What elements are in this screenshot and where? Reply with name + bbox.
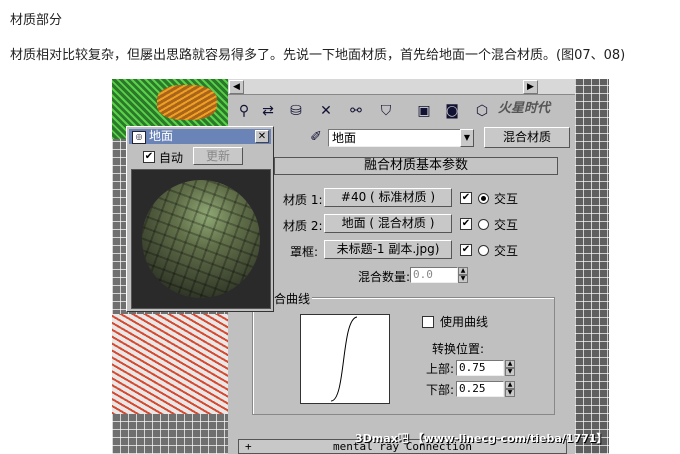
- mask-interactive-label: 交互: [494, 244, 519, 258]
- horizontal-scrollbar[interactable]: ◀ ▶: [228, 79, 575, 95]
- update-button[interactable]: 更新: [193, 147, 243, 165]
- scroll-left-icon[interactable]: ◀: [229, 80, 244, 94]
- material1-label: 材质 1:: [283, 193, 323, 207]
- mixing-curve-graph: [300, 314, 390, 404]
- material1-interactive-radio[interactable]: [478, 193, 489, 204]
- close-icon[interactable]: ✕: [255, 130, 269, 143]
- mask-label: 罩框:: [290, 245, 319, 259]
- scroll-right-icon[interactable]: ▶: [523, 80, 538, 94]
- sample-sphere: [142, 180, 260, 298]
- viewport-object: [157, 85, 217, 120]
- lower-label: 下部:: [426, 383, 455, 397]
- viewport-grid: [575, 79, 609, 454]
- material2-interactive-radio[interactable]: [478, 219, 489, 230]
- upper-field[interactable]: 0.75: [456, 360, 504, 376]
- mix-amount-up-icon[interactable]: ▲: [458, 267, 468, 275]
- rollout-blend-basic-params[interactable]: 融合材质基本参数: [274, 157, 558, 175]
- material1-interactive-label: 交互: [494, 192, 519, 206]
- mix-amount-down-icon[interactable]: ▼: [458, 275, 468, 283]
- article-heading: 材质部分: [10, 13, 63, 28]
- show-map-icon[interactable]: ◙: [442, 101, 462, 121]
- mix-amount-field[interactable]: 0.0: [410, 267, 458, 283]
- use-curve-checkbox[interactable]: [422, 316, 434, 328]
- viewport-right[interactable]: [575, 79, 609, 454]
- material-preview-window[interactable]: ◎ 地面 ✕ ✔ 自动 更新: [126, 126, 274, 312]
- auto-update-label: 自动: [159, 151, 184, 165]
- material-id-icon[interactable]: ▣: [414, 101, 434, 121]
- viewport-red-object: [112, 314, 228, 414]
- mixing-curve-group: [252, 297, 555, 415]
- mask-map-button[interactable]: 未标题-1 副本.jpg): [324, 240, 452, 259]
- expand-icon[interactable]: +: [245, 440, 252, 453]
- put-to-scene-icon[interactable]: ⇄: [258, 101, 278, 121]
- upper-label: 上部:: [426, 362, 455, 376]
- material1-button[interactable]: #40 ( 标准材质 ): [324, 188, 452, 207]
- material-editor: ◀ ▶ ⚲ ⇄ ⛁ ✕ ⚯ ⛉ ▣ ◙ ⬡ 火星时代 ✐ 地面 ▼ 混合材质 融…: [228, 79, 575, 454]
- put-to-library-icon[interactable]: ⛉: [376, 101, 396, 121]
- preview-titlebar[interactable]: ◎ 地面 ✕: [129, 129, 271, 144]
- mask-interactive-radio[interactable]: [478, 245, 489, 256]
- watermark: 3Dmax吧 【www-linecg-com/tieba/1771】: [355, 432, 608, 445]
- mixing-curve-group-label: 合曲线: [272, 290, 313, 307]
- transition-zone-label: 转换位置:: [432, 342, 485, 356]
- curve-line-icon: [330, 316, 358, 402]
- mix-amount-label: 混合数量:: [358, 270, 411, 284]
- lower-up-icon[interactable]: ▲: [505, 381, 515, 389]
- material2-label: 材质 2:: [283, 219, 323, 233]
- material2-interactive-label: 交互: [494, 218, 519, 232]
- logo: 火星时代: [498, 101, 551, 116]
- chevron-down-icon[interactable]: ▼: [460, 129, 474, 147]
- auto-update-checkbox[interactable]: ✔: [143, 151, 155, 163]
- material-name-row: ✐ 地面 ▼ 混合材质: [228, 127, 575, 151]
- stone-texture: [142, 180, 260, 298]
- editor-toolbar: ⚲ ⇄ ⛁ ✕ ⚯ ⛉ ▣ ◙ ⬡ 火星时代: [228, 97, 575, 125]
- reset-map-icon[interactable]: ✕: [316, 101, 336, 121]
- material1-enable-checkbox[interactable]: ✔: [460, 192, 472, 204]
- upper-down-icon[interactable]: ▼: [505, 368, 515, 376]
- make-unique-icon[interactable]: ⚯: [346, 101, 366, 121]
- material-name-field[interactable]: 地面: [328, 129, 467, 147]
- article-intro: 材质相对比较复杂，但屡出思路就容易得多了。先说一下地面材质，首先给地面一个混合材…: [10, 48, 626, 63]
- assign-material-icon[interactable]: ⛁: [286, 101, 306, 121]
- lower-down-icon[interactable]: ▼: [505, 389, 515, 397]
- get-material-icon[interactable]: ⚲: [234, 101, 254, 121]
- material-preview-sample: [131, 169, 271, 309]
- material2-button[interactable]: 地面 ( 混合材质 ): [324, 214, 452, 233]
- lower-field[interactable]: 0.25: [456, 381, 504, 397]
- upper-up-icon[interactable]: ▲: [505, 360, 515, 368]
- mask-enable-checkbox[interactable]: ✔: [460, 244, 472, 256]
- pick-material-icon[interactable]: ✐: [306, 127, 326, 147]
- preview-title: 地面: [149, 129, 174, 143]
- material-type-button[interactable]: 混合材质: [484, 127, 570, 148]
- window-icon: ◎: [132, 131, 146, 144]
- use-curve-label: 使用曲线: [440, 315, 489, 329]
- material2-enable-checkbox[interactable]: ✔: [460, 218, 472, 230]
- show-end-result-icon[interactable]: ⬡: [472, 101, 492, 121]
